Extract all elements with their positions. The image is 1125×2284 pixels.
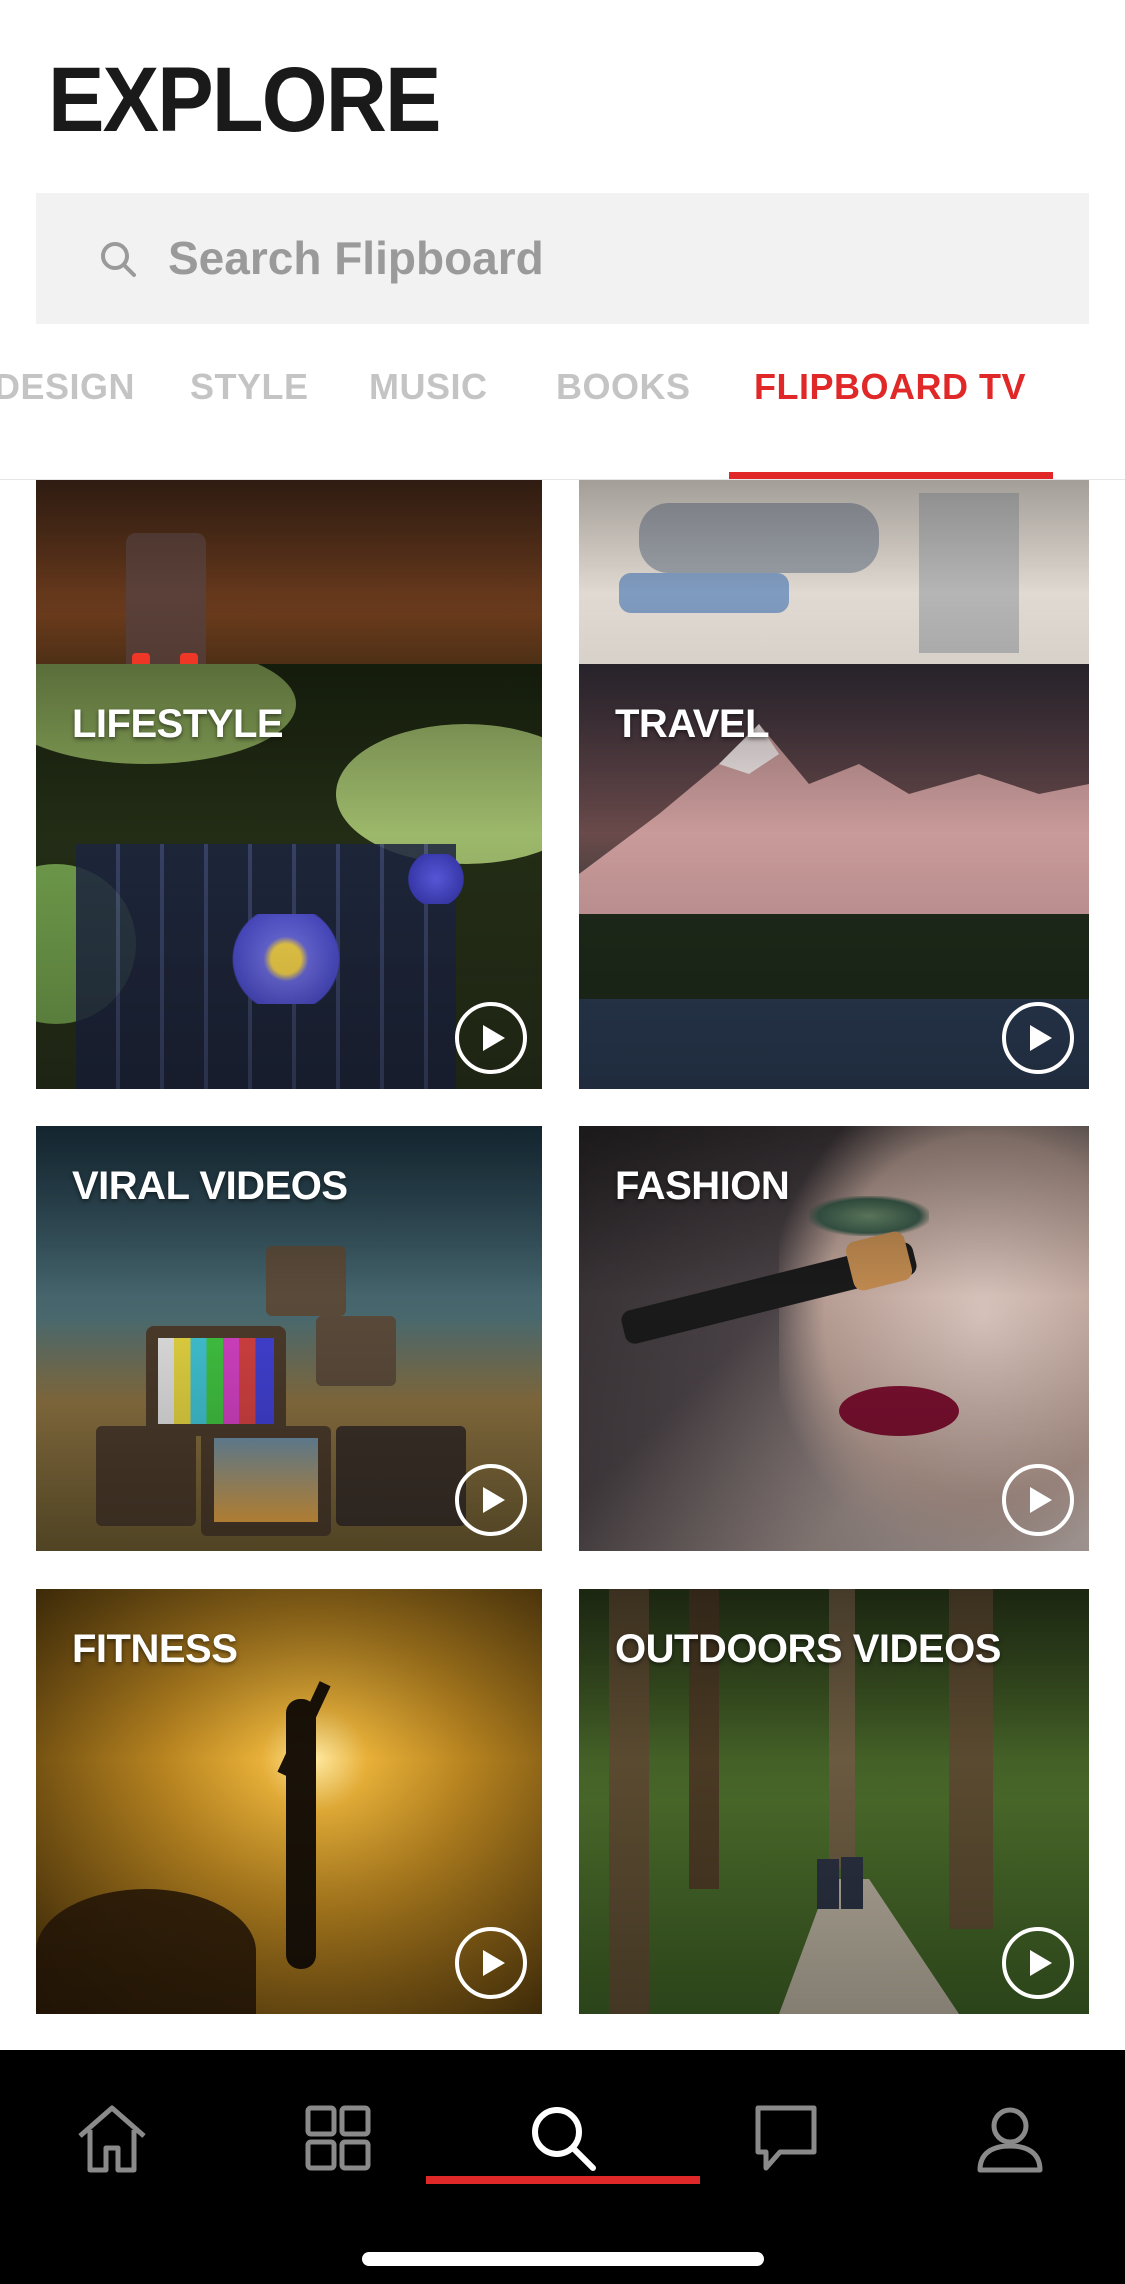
video-tile-viral-videos[interactable]: VIRAL VIDEOS	[36, 1126, 542, 1551]
page-title: EXPLORE	[48, 49, 441, 151]
nav-grid[interactable]	[278, 2078, 398, 2198]
video-grid: LIFESTYLE TRAVEL VIRAL VIDEOS FASHION FI…	[0, 480, 1125, 2050]
search-icon	[101, 242, 136, 277]
search-input[interactable]	[168, 223, 1048, 293]
chat-icon	[755, 2105, 817, 2171]
tile-label: OUTDOORS VIDEOS	[615, 1627, 1001, 1671]
tab-design[interactable]: DESIGN	[0, 366, 135, 408]
tab-flipboard-tv[interactable]: FLIPBOARD TV	[754, 366, 1026, 408]
tile-label: FASHION	[615, 1164, 790, 1208]
tab-books[interactable]: BOOKS	[556, 366, 691, 408]
nav-profile[interactable]	[950, 2078, 1070, 2198]
video-tile-travel[interactable]: TRAVEL	[579, 664, 1089, 1089]
search-icon	[532, 2107, 596, 2171]
grid-icon	[305, 2105, 371, 2171]
tile-label: TRAVEL	[615, 702, 770, 746]
active-nav-indicator	[426, 2176, 700, 2184]
video-tile-fitness[interactable]: FITNESS	[36, 1589, 542, 2014]
play-icon	[455, 1002, 527, 1074]
tile-label: LIFESTYLE	[72, 702, 284, 746]
play-icon	[455, 1464, 527, 1536]
nav-messages[interactable]	[726, 2078, 846, 2198]
tab-style[interactable]: STYLE	[190, 366, 309, 408]
category-tabs: DESIGN STYLE MUSIC BOOKS FLIPBOARD TV	[0, 350, 1125, 480]
tab-music[interactable]: MUSIC	[369, 366, 488, 408]
profile-icon	[977, 2107, 1043, 2173]
header: EXPLORE DESIGN STYLE MUSIC BOOKS FLIPBOA…	[0, 0, 1125, 480]
play-icon	[1002, 1464, 1074, 1536]
search-bar[interactable]	[36, 193, 1089, 324]
active-tab-indicator	[729, 472, 1053, 479]
tile-label: FITNESS	[72, 1627, 238, 1671]
play-icon	[1002, 1927, 1074, 1999]
play-icon	[455, 1927, 527, 1999]
video-tile-fashion[interactable]: FASHION	[579, 1126, 1089, 1551]
video-tile-outdoors-videos[interactable]: OUTDOORS VIDEOS	[579, 1589, 1089, 2014]
home-indicator[interactable]	[362, 2252, 764, 2266]
video-tile-lifestyle[interactable]: LIFESTYLE	[36, 664, 542, 1089]
play-icon	[1002, 1002, 1074, 1074]
home-icon	[78, 2105, 146, 2173]
nav-home[interactable]	[52, 2078, 172, 2198]
tile-label: VIRAL VIDEOS	[72, 1164, 348, 1208]
bottom-nav	[0, 2050, 1125, 2284]
